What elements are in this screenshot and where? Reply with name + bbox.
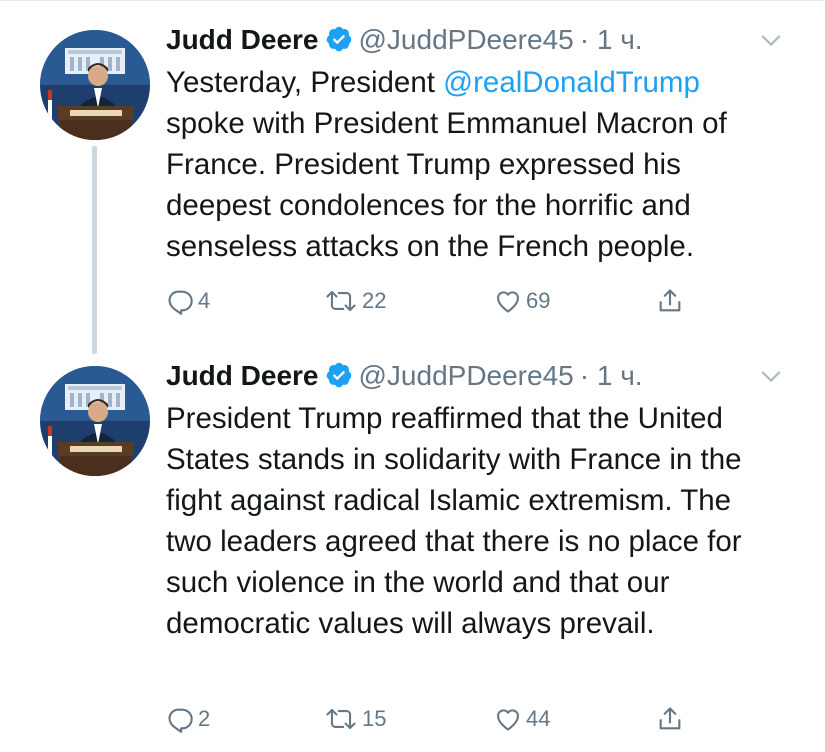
like-button[interactable]: 69	[494, 284, 550, 318]
tweet-header: Judd Deere @JuddPDeere45 · 1 ч.	[166, 356, 785, 396]
retweet-icon	[324, 287, 358, 315]
share-button[interactable]	[656, 702, 684, 736]
author-name[interactable]: Judd Deere	[166, 360, 319, 391]
avatar[interactable]	[40, 366, 150, 476]
reply-button[interactable]: 4	[166, 284, 210, 318]
tweet-actions: 2 15 44	[166, 702, 766, 736]
mention-link[interactable]: @realDonaldTrump	[443, 66, 700, 99]
tweet-actions: 4 22 69	[166, 284, 766, 318]
thread-line	[92, 146, 97, 354]
retweet-icon	[324, 705, 358, 733]
retweet-count: 22	[362, 288, 387, 313]
reply-button[interactable]: 2	[166, 702, 210, 736]
tweet-text: Yesterday, President @realDonaldTrump sp…	[166, 62, 785, 267]
reply-count: 4	[198, 288, 211, 313]
share-icon	[656, 287, 684, 315]
retweet-button[interactable]: 22	[324, 284, 386, 318]
tweet-time[interactable]: · 1 ч.	[580, 24, 643, 55]
reply-icon	[166, 705, 194, 733]
author-name[interactable]: Judd Deere	[166, 24, 319, 55]
share-button[interactable]	[656, 284, 684, 318]
author-handle[interactable]: @JuddPDeere45	[359, 360, 574, 391]
verified-badge-icon	[325, 361, 353, 405]
tweet-text-part: Yesterday, President	[166, 66, 444, 99]
tweet-content: Judd Deere @JuddPDeere45 · 1 ч. President …	[166, 356, 785, 644]
reply-icon	[166, 287, 194, 315]
tweet-header: Judd Deere @JuddPDeere45 · 1 ч.	[166, 20, 785, 60]
tweet-content: Judd Deere @JuddPDeere45 · 1 ч. Yesterday,…	[166, 20, 785, 267]
like-icon	[494, 287, 522, 315]
caret-down-icon[interactable]	[757, 26, 785, 70]
caret-down-icon[interactable]	[757, 362, 785, 406]
like-icon	[494, 705, 522, 733]
top-divider	[0, 0, 825, 1]
share-icon	[656, 705, 684, 733]
retweet-button[interactable]: 15	[324, 702, 386, 736]
tweet-time[interactable]: · 1 ч.	[580, 360, 643, 391]
retweet-count: 15	[362, 706, 387, 731]
author-handle[interactable]: @JuddPDeere45	[359, 24, 574, 55]
verified-badge-icon	[325, 25, 353, 69]
reply-count: 2	[198, 706, 211, 731]
like-count: 69	[526, 288, 551, 313]
tweet-text: President Trump reaffirmed that the Unit…	[166, 402, 742, 640]
like-count: 44	[526, 706, 551, 731]
like-button[interactable]: 44	[494, 702, 550, 736]
avatar[interactable]	[40, 30, 150, 140]
tweet-text-part: spoke with President Emmanuel Macron of …	[166, 107, 727, 263]
